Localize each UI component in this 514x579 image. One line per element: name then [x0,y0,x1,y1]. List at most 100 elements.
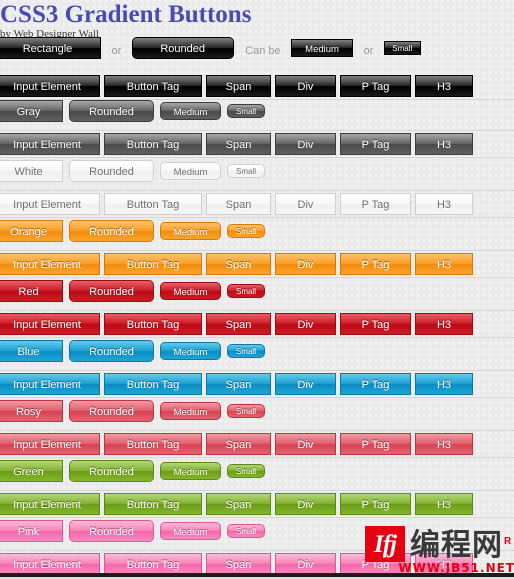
button-black-div[interactable]: Div [275,75,336,97]
button-rosy-p-tag[interactable]: P Tag [340,433,411,455]
button-orange-rounded[interactable]: Rounded [69,220,154,242]
button-gray-div[interactable]: Div [275,133,336,155]
button-label: Input Element [13,259,81,271]
button-green-div[interactable]: Div [275,493,336,515]
button-green-rounded[interactable]: Rounded [69,460,154,482]
button-rounded[interactable]: Rounded [131,37,234,59]
button-red-name[interactable]: Red [0,280,63,302]
button-black-span[interactable]: Span [206,75,271,97]
button-red-medium[interactable]: Medium [160,282,221,300]
button-pink-span[interactable]: Span [206,553,271,575]
button-gray-span[interactable]: Span [206,133,271,155]
button-label: Medium [173,407,208,418]
button-pink-medium[interactable]: Medium [160,522,221,540]
button-blue-rounded[interactable]: Rounded [69,340,154,362]
button-red-p-tag[interactable]: P Tag [340,313,411,335]
button-orange-input-element[interactable]: Input Element [0,253,100,275]
button-gray-input-element[interactable]: Input Element [0,133,100,155]
button-blue-button-tag[interactable]: Button Tag [104,373,202,395]
button-gray-small[interactable]: Small [227,104,265,118]
button-red-h3[interactable]: H3 [415,313,473,335]
button-gray-name[interactable]: Gray [0,100,63,122]
button-pink-input-element[interactable]: Input Element [0,553,100,575]
button-gray-h3[interactable]: H3 [415,133,473,155]
button-rosy-span[interactable]: Span [206,433,271,455]
button-orange-small[interactable]: Small [227,224,265,238]
section-separator [0,190,514,191]
button-green-name[interactable]: Green [0,460,63,482]
button-red-button-tag[interactable]: Button Tag [104,313,202,335]
button-green-h3[interactable]: H3 [415,493,473,515]
button-pink-rounded[interactable]: Rounded [69,520,154,542]
button-rosy-rounded[interactable]: Rounded [69,400,154,422]
watermark-bar [365,573,514,577]
button-orange-button-tag[interactable]: Button Tag [104,253,202,275]
button-rosy-button-tag[interactable]: Button Tag [104,433,202,455]
button-blue-small[interactable]: Small [227,344,265,358]
button-label: Span [225,199,252,211]
button-blue-p-tag[interactable]: P Tag [340,373,411,395]
button-orange-h3[interactable]: H3 [415,253,473,275]
button-blue-div[interactable]: Div [275,373,336,395]
button-label: Button Tag [126,81,180,93]
button-orange-p-tag[interactable]: P Tag [340,253,411,275]
button-rectangle[interactable]: Rectangle [0,37,101,59]
label-row-orange: Orange Rounded Medium Small [0,220,514,246]
button-rosy-div[interactable]: Div [275,433,336,455]
button-white-name[interactable]: White [0,160,63,182]
button-gray-button-tag[interactable]: Button Tag [104,133,202,155]
button-black-h3[interactable]: H3 [415,75,473,97]
button-orange-medium[interactable]: Medium [160,222,221,240]
button-green-button-tag[interactable]: Button Tag [104,493,202,515]
button-blue-name[interactable]: Blue [0,340,63,362]
button-blue-medium[interactable]: Medium [160,342,221,360]
button-green-p-tag[interactable]: P Tag [340,493,411,515]
button-orange-div[interactable]: Div [275,253,336,275]
button-gray-rounded[interactable]: Rounded [69,100,154,122]
button-white-p-tag[interactable]: P Tag [340,193,411,215]
button-green-medium[interactable]: Medium [160,462,221,480]
button-white-rounded[interactable]: Rounded [69,160,154,182]
button-red-rounded[interactable]: Rounded [69,280,154,302]
button-label: Span [225,259,252,271]
button-rosy-medium[interactable]: Medium [160,402,221,420]
button-white-input-element[interactable]: Input Element [0,193,100,215]
button-pink-div[interactable]: Div [275,553,336,575]
button-blue-span[interactable]: Span [206,373,271,395]
button-white-medium[interactable]: Medium [160,162,221,180]
button-red-small[interactable]: Small [227,284,265,298]
button-red-input-element[interactable]: Input Element [0,313,100,335]
button-green-span[interactable]: Span [206,493,271,515]
button-green-small[interactable]: Small [227,464,265,478]
button-label: Button Tag [126,259,180,271]
button-white-span[interactable]: Span [206,193,271,215]
button-rosy-small[interactable]: Small [227,404,265,418]
button-pink-button-tag[interactable]: Button Tag [104,553,202,575]
section-separator [0,430,514,431]
button-rosy-name[interactable]: Rosy [0,400,63,422]
button-orange-name[interactable]: Orange [0,220,63,242]
button-gray-medium[interactable]: Medium [160,102,221,120]
button-label: Button Tag [126,319,180,331]
button-red-span[interactable]: Span [206,313,271,335]
button-red-div[interactable]: Div [275,313,336,335]
button-blue-h3[interactable]: H3 [415,373,473,395]
button-green-input-element[interactable]: Input Element [0,493,100,515]
button-white-button-tag[interactable]: Button Tag [104,193,202,215]
button-white-div[interactable]: Div [275,193,336,215]
button-blue-input-element[interactable]: Input Element [0,373,100,395]
button-white-small[interactable]: Small [227,164,265,178]
button-white-h3[interactable]: H3 [415,193,473,215]
button-gray-p-tag[interactable]: P Tag [340,133,411,155]
button-orange-span[interactable]: Span [206,253,271,275]
button-pink-small[interactable]: Small [227,524,265,538]
button-rosy-h3[interactable]: H3 [415,433,473,455]
button-medium[interactable]: Medium [291,39,354,57]
button-black-p-tag[interactable]: P Tag [340,75,411,97]
watermark-logo-row: Ifj 编程网R [365,525,512,563]
button-rosy-input-element[interactable]: Input Element [0,433,100,455]
button-black-button-tag[interactable]: Button Tag [104,75,202,97]
button-black-input-element[interactable]: Input Element [0,75,100,97]
button-pink-name[interactable]: Pink [0,520,63,542]
button-small[interactable]: Small [383,41,421,55]
